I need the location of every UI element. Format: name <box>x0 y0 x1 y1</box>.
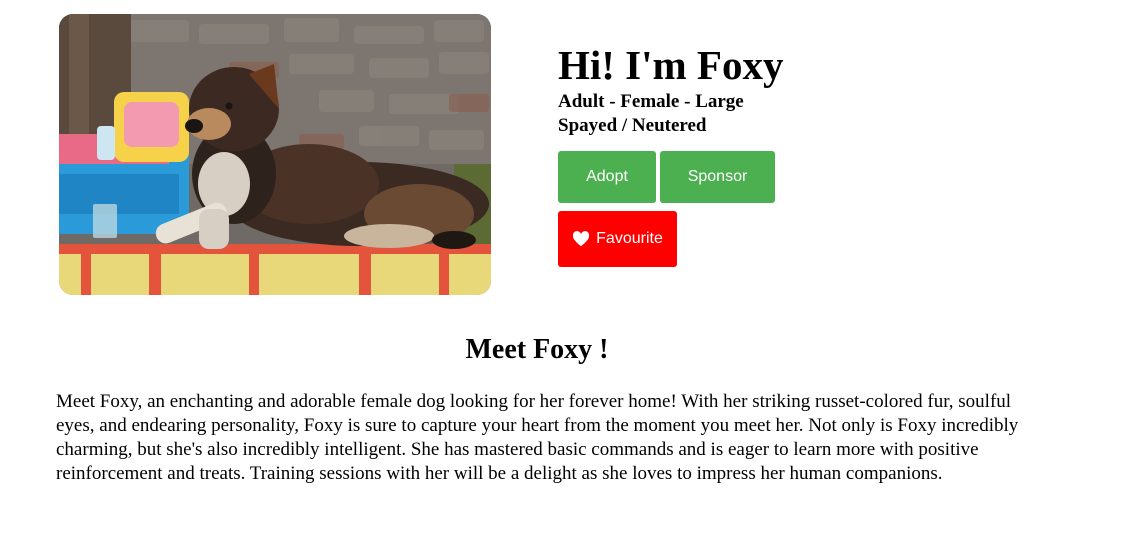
action-button-row: Adopt Sponsor <box>558 151 1078 203</box>
pet-profile-page: Hi! I'm Foxy Adult - Female - Large Spay… <box>0 0 1122 545</box>
favourite-label: Favourite <box>596 230 663 247</box>
about-description: Meet Foxy, an enchanting and adorable fe… <box>56 391 1019 484</box>
pet-spay-status: Spayed / Neutered <box>558 115 707 136</box>
about-heading: Meet Foxy ! <box>465 334 609 365</box>
sponsor-button[interactable]: Sponsor <box>660 151 775 203</box>
favourite-button[interactable]: Favourite <box>558 211 677 267</box>
pet-attributes: Adult - Female - Large <box>558 91 744 112</box>
adopt-button[interactable]: Adopt <box>558 151 656 203</box>
pet-greeting-title: Hi! I'm Foxy <box>558 42 784 88</box>
pet-summary: Hi! I'm Foxy Adult - Female - Large Spay… <box>558 40 1078 267</box>
pet-photo <box>59 14 491 295</box>
heart-icon <box>572 231 590 247</box>
